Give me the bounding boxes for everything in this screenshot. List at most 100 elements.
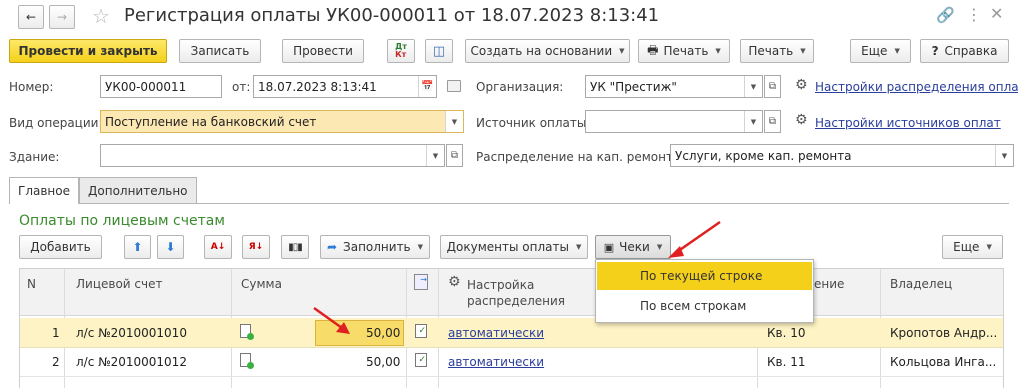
number-label: Номер: xyxy=(9,80,54,94)
add-button[interactable]: Добавить xyxy=(19,235,102,259)
save-button[interactable]: Записать xyxy=(179,39,261,63)
number-value: УК00-000011 xyxy=(105,79,187,94)
sort-asc-button[interactable]: A↓ xyxy=(204,235,232,259)
move-down-button[interactable]: ⬇ xyxy=(157,235,184,259)
gear-icon: ⚙ xyxy=(795,77,808,93)
structure-button[interactable]: ◫ xyxy=(425,39,453,63)
help-button[interactable]: ? Справка xyxy=(920,39,1009,63)
chevron-down-icon[interactable]: ▼ xyxy=(995,145,1013,166)
tab-main[interactable]: Главное xyxy=(9,177,79,204)
green-dot-icon xyxy=(247,362,254,369)
favorite-star-icon[interactable]: ☆ xyxy=(92,4,110,28)
payment-source-label: Источник оплаты: xyxy=(476,116,591,130)
table-more-button[interactable]: Еще ▼ xyxy=(942,235,1003,259)
chevron-down-icon[interactable]: ▼ xyxy=(445,111,463,132)
chevron-down-icon[interactable]: ▼ xyxy=(426,145,444,166)
header-distribution[interactable]: Настройка распределения xyxy=(467,277,565,309)
date-field[interactable]: 18.07.2023 8:13:41 📅 xyxy=(253,75,437,98)
fill-arrow-icon: ➦ xyxy=(326,240,338,254)
link-icon[interactable]: 🔗 xyxy=(936,6,955,24)
row-sum: 50,00 xyxy=(366,326,401,340)
row-distribution-link[interactable]: автоматически xyxy=(448,326,544,340)
print-icon-label: Печать xyxy=(663,44,709,58)
menu-item-current-row-label: По текущей строке xyxy=(640,269,763,283)
question-icon: ? xyxy=(931,44,939,58)
operation-type-label: Вид операции: xyxy=(9,116,103,130)
create-based-button[interactable]: Создать на основании ▼ xyxy=(465,39,630,63)
help-label: Справка xyxy=(944,44,998,58)
building-label: Здание: xyxy=(9,150,60,164)
move-up-button[interactable]: ⬆ xyxy=(124,235,151,259)
menu-item-all-rows-label: По всем строкам xyxy=(640,299,747,313)
post-and-close-button[interactable]: Провести и закрыть xyxy=(9,39,167,63)
window-title: Регистрация оплаты УК00-000011 от 18.07.… xyxy=(124,5,660,26)
open-source-button[interactable]: ⧉ xyxy=(764,110,781,133)
header-owner[interactable]: Владелец xyxy=(890,277,952,291)
row-n: 1 xyxy=(52,326,60,340)
header-premise[interactable]: ение xyxy=(814,277,844,291)
post-button[interactable]: Провести xyxy=(282,39,364,63)
cap-distribution-field[interactable]: Услуги, кроме кап. ремонта ▼ xyxy=(670,144,1014,167)
chevron-down-icon: ▼ xyxy=(417,243,424,251)
row-account: л/с №2010001012 xyxy=(76,355,187,369)
row-owner: Кольцова Инга... xyxy=(890,355,997,369)
back-button[interactable]: ← xyxy=(18,5,44,29)
chevron-down-icon[interactable]: ▼ xyxy=(744,111,762,132)
barcode-button[interactable]: ▮▯▮ xyxy=(281,235,309,259)
structure-icon: ◫ xyxy=(432,43,446,59)
row-owner: Кропотов Андр... xyxy=(890,326,998,340)
barcode-icon: ▮▯▮ xyxy=(288,241,302,253)
payment-source-field[interactable]: ▼ xyxy=(585,110,763,133)
chevron-down-icon: ▼ xyxy=(715,47,721,55)
chevron-down-icon[interactable]: ▼ xyxy=(744,76,762,97)
section-title: Оплаты по лицевым счетам xyxy=(19,213,225,229)
arrow-down-icon: ⬇ xyxy=(165,240,176,254)
back-arrow-icon: ← xyxy=(25,10,37,24)
sort-desc-button[interactable]: Я↓ xyxy=(242,235,270,259)
save-label: Записать xyxy=(190,44,250,58)
post-label: Провести xyxy=(293,44,353,58)
distribution-settings-link[interactable]: Настройки распределения оплат xyxy=(815,80,1018,94)
more-vertical-icon[interactable]: ⋮ xyxy=(966,5,982,24)
cap-distribution-label: Распределение на кап. ремонт: xyxy=(476,150,677,164)
green-dot-icon xyxy=(247,333,254,340)
header-sum[interactable]: Сумма xyxy=(241,277,282,291)
header-doc-icon: → xyxy=(414,274,428,290)
open-organization-button[interactable]: ⧉ xyxy=(764,75,781,98)
payment-documents-label: Документы оплаты xyxy=(446,240,569,254)
date-label: от: xyxy=(232,80,251,94)
dt-kt-button[interactable]: Дт Кт xyxy=(387,39,415,63)
forward-button[interactable]: → xyxy=(49,5,75,29)
more-button[interactable]: Еще ▼ xyxy=(850,39,911,63)
fill-button[interactable]: ➦ Заполнить ▼ xyxy=(320,235,430,259)
number-field[interactable]: УК00-000011 xyxy=(100,75,222,98)
gear-icon: ⚙ xyxy=(448,274,461,290)
operation-type-field[interactable]: Поступление на банковский счет ▼ xyxy=(100,110,464,133)
row-premise: Кв. 11 xyxy=(767,355,806,369)
organization-field[interactable]: УК "Престиж" ▼ xyxy=(585,75,763,98)
menu-item-all-rows[interactable]: По всем строкам xyxy=(597,292,812,320)
source-settings-link[interactable]: Настройки источников оплат xyxy=(815,116,1001,130)
building-field[interactable]: ▼ xyxy=(100,144,445,167)
calendar-icon[interactable]: 📅 xyxy=(418,76,436,97)
kt-label: Кт xyxy=(395,50,407,59)
row-n: 2 xyxy=(52,355,60,369)
table-more-label: Еще xyxy=(953,240,980,254)
sort-desc-icon: Я↓ xyxy=(248,242,264,252)
sort-asc-icon: A↓ xyxy=(210,242,226,252)
arrow-up-icon: ⬆ xyxy=(132,240,143,254)
cash-register-icon: ▣ xyxy=(603,240,615,254)
row-sum: 50,00 xyxy=(366,355,401,369)
tab-additional[interactable]: Дополнительно xyxy=(79,177,197,203)
payment-documents-button[interactable]: Документы оплаты ▼ xyxy=(440,235,588,259)
print-button[interactable]: Печать ▼ xyxy=(740,39,814,63)
header-account[interactable]: Лицевой счет xyxy=(76,277,162,291)
header-distribution-line2: распределения xyxy=(467,294,566,308)
close-icon[interactable]: ✕ xyxy=(990,4,1003,23)
open-building-button[interactable]: ⧉ xyxy=(446,144,463,167)
row-distribution-link[interactable]: автоматически xyxy=(448,355,544,369)
history-icon[interactable] xyxy=(447,80,461,92)
print-icon-button[interactable]: 🖶 Печать ▼ xyxy=(638,39,730,63)
header-n[interactable]: N xyxy=(27,277,36,291)
menu-item-current-row[interactable]: По текущей строке xyxy=(597,262,812,290)
